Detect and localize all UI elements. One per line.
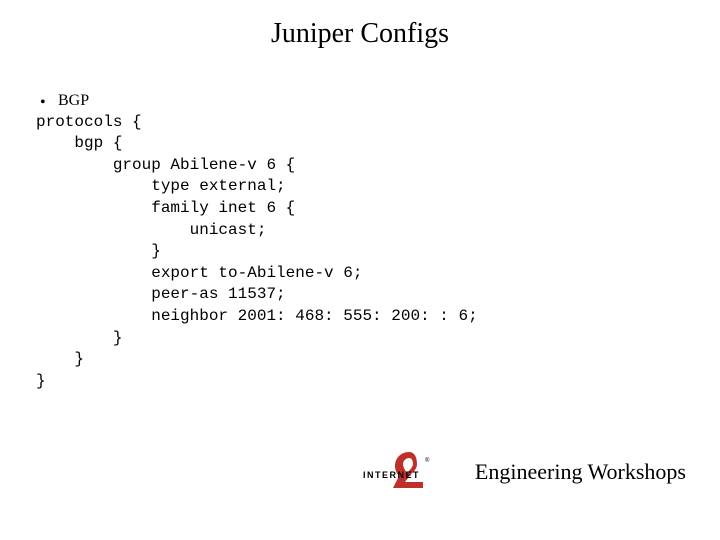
svg-text:®: ® <box>425 457 430 464</box>
bullet-text: BGP <box>58 92 89 109</box>
bullet-item: • BGP <box>36 90 684 112</box>
slide-footer: INTERNET ® Engineering Workshops <box>363 448 686 496</box>
svg-text:INTERNET: INTERNET <box>363 470 420 480</box>
config-code-block: protocols { bgp { group Abilene-v 6 { ty… <box>36 112 684 393</box>
slide-body: • BGP protocols { bgp { group Abilene-v … <box>36 90 684 392</box>
bullet-dot-icon: • <box>40 92 46 114</box>
slide-title: Juniper Configs <box>0 18 720 50</box>
footer-text: Engineering Workshops <box>475 459 686 485</box>
slide: Juniper Configs • BGP protocols { bgp { … <box>0 0 720 540</box>
internet2-logo: INTERNET ® <box>363 448 463 496</box>
